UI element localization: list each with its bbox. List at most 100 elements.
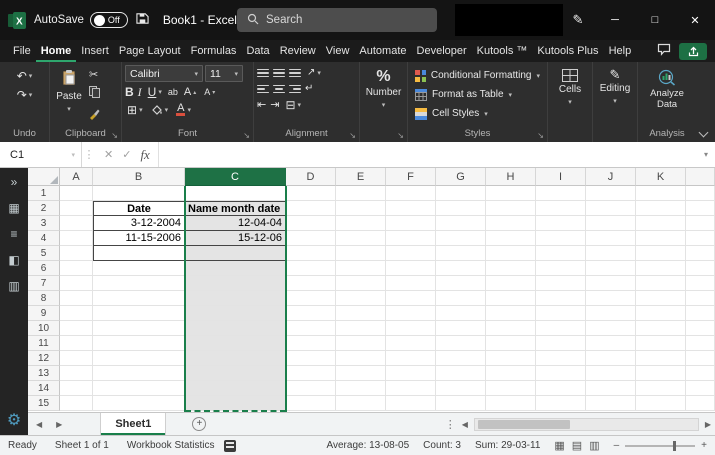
cell-K11[interactable] xyxy=(636,336,686,351)
cell-G7[interactable] xyxy=(436,276,486,291)
cell-D2[interactable] xyxy=(286,201,336,216)
cell-F9[interactable] xyxy=(386,306,436,321)
cell-J2[interactable] xyxy=(586,201,636,216)
cell-I1[interactable] xyxy=(536,186,586,201)
decrease-font-size-button[interactable]: A ▾ xyxy=(202,85,217,99)
cells-menu-button[interactable]: Cells ▾ xyxy=(551,65,589,127)
cell-G3[interactable] xyxy=(436,216,486,231)
chart-panel-icon[interactable]: ▥ xyxy=(8,280,19,292)
cell-I6[interactable] xyxy=(536,261,586,276)
collapse-ribbon-icon[interactable] xyxy=(698,127,709,138)
cell-H14[interactable] xyxy=(486,381,536,396)
cell-K5[interactable] xyxy=(636,246,686,261)
cancel-icon[interactable]: ✕ xyxy=(104,148,113,161)
copy-button[interactable] xyxy=(89,85,100,103)
editing-menu-button[interactable]: ✎ Editing ▾ xyxy=(596,65,634,127)
page-break-preview-icon[interactable]: ▥ xyxy=(589,439,599,452)
cell-H13[interactable] xyxy=(486,366,536,381)
row-header-1[interactable]: 1 xyxy=(28,186,60,201)
align-middle-icon[interactable] xyxy=(273,68,285,78)
column-header-E[interactable]: E xyxy=(336,168,386,186)
cell-K12[interactable] xyxy=(636,351,686,366)
format-painter-button[interactable] xyxy=(89,107,100,125)
accessibility-checker-icon[interactable] xyxy=(224,439,237,452)
cell-K13[interactable] xyxy=(636,366,686,381)
ribbon-tab-automate[interactable]: Automate xyxy=(354,40,411,62)
cell-styles-button[interactable]: Cell Styles ▾ xyxy=(411,104,544,123)
cell-A12[interactable] xyxy=(60,351,93,366)
cell-J13[interactable] xyxy=(586,366,636,381)
next-sheet-icon[interactable]: ▶ xyxy=(56,420,62,429)
window-panel-icon[interactable]: ◧ xyxy=(8,254,19,266)
row-header-13[interactable]: 13 xyxy=(28,366,60,381)
cell-K7[interactable] xyxy=(636,276,686,291)
cell-A4[interactable] xyxy=(60,231,93,246)
row-header-11[interactable]: 11 xyxy=(28,336,60,351)
cell-D4[interactable] xyxy=(286,231,336,246)
cell-J8[interactable] xyxy=(586,291,636,306)
ribbon-tab-review[interactable]: Review xyxy=(275,40,321,62)
ribbon-tab-help[interactable]: Help xyxy=(604,40,637,62)
cell-G9[interactable] xyxy=(436,306,486,321)
cell-H3[interactable] xyxy=(486,216,536,231)
cell-D12[interactable] xyxy=(286,351,336,366)
cell-B7[interactable] xyxy=(93,276,185,291)
cell-A8[interactable] xyxy=(60,291,93,306)
cell-H7[interactable] xyxy=(486,276,536,291)
cell-G8[interactable] xyxy=(436,291,486,306)
strikethrough-button[interactable]: ab xyxy=(168,86,178,98)
cell-K1[interactable] xyxy=(636,186,686,201)
cell-E1[interactable] xyxy=(336,186,386,201)
cell-B5[interactable] xyxy=(93,246,185,261)
previous-sheet-icon[interactable]: ◀ xyxy=(36,420,42,429)
row-header-7[interactable]: 7 xyxy=(28,276,60,291)
cell-D15[interactable] xyxy=(286,396,336,411)
cell-K10[interactable] xyxy=(636,321,686,336)
cut-button[interactable]: ✂ xyxy=(89,69,100,81)
cell-J14[interactable] xyxy=(586,381,636,396)
cell-C6[interactable] xyxy=(185,261,286,276)
cell-B12[interactable] xyxy=(93,351,185,366)
cell-K2[interactable] xyxy=(636,201,686,216)
cell-G10[interactable] xyxy=(436,321,486,336)
increase-indent-button[interactable]: ⇥ xyxy=(270,99,279,111)
scrollbar-thumb[interactable] xyxy=(477,419,570,429)
cell-C4[interactable]: 15-12-06 xyxy=(185,231,286,246)
cell-D5[interactable] xyxy=(286,246,336,261)
cell-H6[interactable] xyxy=(486,261,536,276)
cell-A7[interactable] xyxy=(60,276,93,291)
cell-E4[interactable] xyxy=(336,231,386,246)
insert-function-icon[interactable]: fx xyxy=(140,147,149,163)
cell-I15[interactable] xyxy=(536,396,586,411)
cell-D3[interactable] xyxy=(286,216,336,231)
cell-F3[interactable] xyxy=(386,216,436,231)
cell-B4[interactable]: 11-15-2006 xyxy=(93,231,185,246)
cell-F11[interactable] xyxy=(386,336,436,351)
cell-I4[interactable] xyxy=(536,231,586,246)
cell-partial-14[interactable] xyxy=(686,381,715,396)
format-as-table-button[interactable]: Format as Table ▾ xyxy=(411,85,544,104)
row-header-10[interactable]: 10 xyxy=(28,321,60,336)
save-icon[interactable] xyxy=(136,12,149,28)
cell-C7[interactable] xyxy=(185,276,286,291)
cell-J4[interactable] xyxy=(586,231,636,246)
cell-B11[interactable] xyxy=(93,336,185,351)
cell-E6[interactable] xyxy=(336,261,386,276)
cell-C9[interactable] xyxy=(185,306,286,321)
cell-C12[interactable] xyxy=(185,351,286,366)
cell-partial-3[interactable] xyxy=(686,216,715,231)
redo-button[interactable]: ↷ ▾ xyxy=(15,88,35,102)
cell-E7[interactable] xyxy=(336,276,386,291)
cell-B9[interactable] xyxy=(93,306,185,321)
ribbon-tab-home[interactable]: Home xyxy=(36,40,77,62)
orientation-button[interactable]: ↗ ▾ xyxy=(305,66,323,80)
cell-G13[interactable] xyxy=(436,366,486,381)
cell-E3[interactable] xyxy=(336,216,386,231)
styles-dialog-launcher[interactable]: ↘ xyxy=(537,132,544,140)
cell-H12[interactable] xyxy=(486,351,536,366)
font-dialog-launcher[interactable]: ↘ xyxy=(243,132,250,140)
cell-C1[interactable] xyxy=(185,186,286,201)
cell-C5[interactable] xyxy=(185,246,286,261)
cell-I7[interactable] xyxy=(536,276,586,291)
column-header-partial[interactable] xyxy=(686,168,715,186)
